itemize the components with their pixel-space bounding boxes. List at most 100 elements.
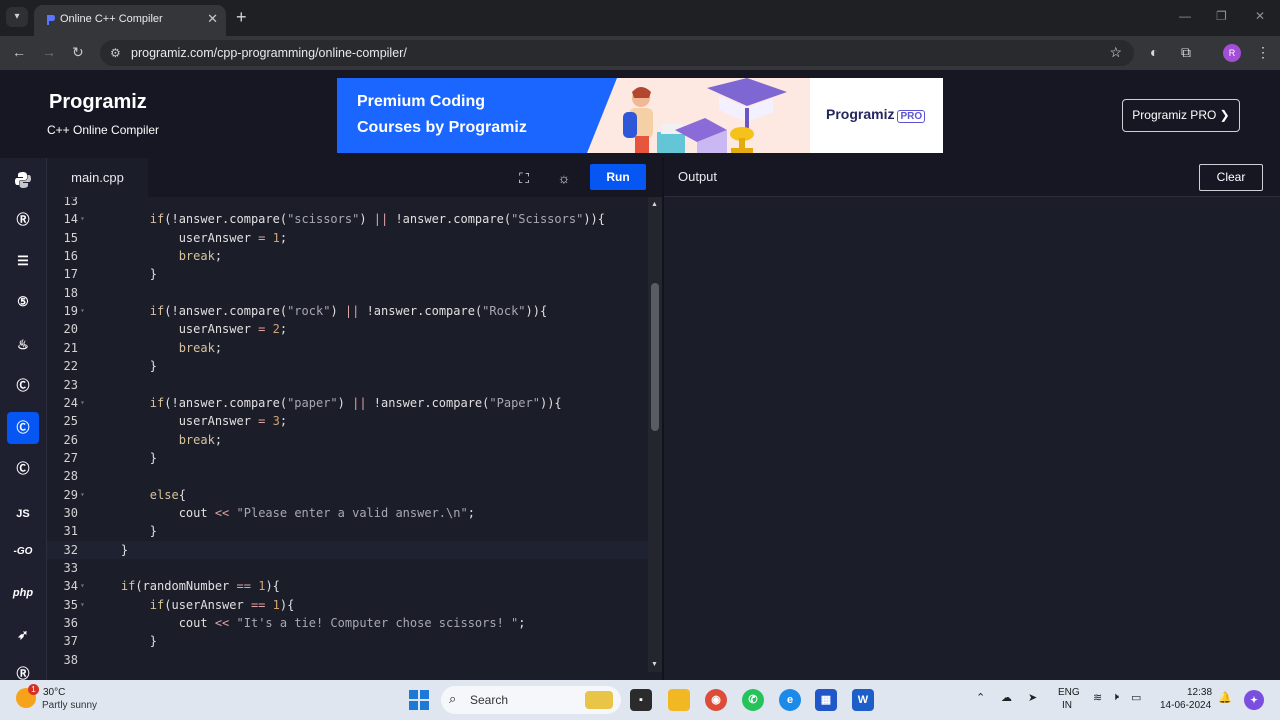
code-text[interactable]: } (92, 632, 157, 650)
whatsapp-icon[interactable]: ✆ (742, 689, 764, 711)
code-line[interactable]: 35 ▾ if(userAnswer == 1){ (47, 596, 648, 614)
code-text[interactable]: if(!answer.compare("paper") || !answer.c… (92, 394, 562, 412)
location-icon[interactable]: ➤ (1028, 691, 1037, 704)
code-line[interactable]: 17 } (47, 265, 648, 283)
code-text[interactable]: if(!answer.compare("rock") || !answer.co… (92, 302, 547, 320)
csharp-icon[interactable]: Ⓒ (7, 453, 39, 485)
word-icon[interactable]: W (852, 689, 874, 711)
c-icon[interactable]: Ⓒ (7, 370, 39, 402)
code-line[interactable]: 28 (47, 467, 648, 485)
code-text[interactable]: break; (92, 431, 222, 449)
new-tab-icon[interactable]: + (236, 7, 247, 27)
go-icon[interactable]: -GO (7, 536, 39, 568)
swift-icon[interactable]: ➶ (7, 619, 39, 651)
theme-toggle-sun-icon[interactable]: ☼ (552, 166, 576, 190)
code-line[interactable]: 22 } (47, 357, 648, 375)
task-view-icon[interactable]: ▪ (630, 689, 652, 711)
code-text[interactable]: if(randomNumber == 1){ (92, 577, 280, 595)
onedrive-icon[interactable]: ☁ (1001, 691, 1012, 704)
code-line[interactable]: 36 cout << "It's a tie! Computer chose s… (47, 614, 648, 632)
code-text[interactable]: cout << "It's a tie! Computer chose scis… (92, 614, 526, 632)
code-line[interactable]: 16 break; (47, 247, 648, 265)
rust-icon[interactable]: Ⓡ (7, 658, 39, 680)
close-window-icon[interactable]: ✕ (1255, 9, 1265, 23)
code-text[interactable]: else{ (92, 486, 186, 504)
code-line[interactable]: 18 (47, 284, 648, 302)
region-indicator[interactable]: IN (1062, 700, 1072, 711)
fold-chevron-icon[interactable]: ▾ (80, 486, 85, 504)
code-line[interactable]: 14 ▾ if(!answer.compare("scissors") || !a… (47, 210, 648, 228)
file-tab-main-cpp[interactable]: main.cpp (47, 158, 148, 197)
code-line[interactable]: 37 } (47, 632, 648, 650)
programiz-logo[interactable]: Programiz (49, 91, 147, 114)
battery-icon[interactable]: ▭ (1131, 691, 1141, 704)
code-line[interactable]: 30 cout << "Please enter a valid answer.… (47, 504, 648, 522)
scroll-down-icon[interactable]: ▼ (651, 661, 658, 668)
address-bar[interactable]: ⚙ programiz.com/cpp-programming/online-c… (100, 40, 1134, 66)
fold-chevron-icon[interactable]: ▾ (80, 210, 85, 228)
url-text[interactable]: programiz.com/cpp-programming/online-com… (131, 46, 407, 60)
javascript-icon[interactable]: JS (7, 498, 39, 530)
tab-online-cpp-compiler[interactable]: Online C++ Compiler ✕ (34, 5, 226, 36)
code-text[interactable]: userAnswer = 3; (92, 412, 287, 430)
language-indicator[interactable]: ENG (1058, 687, 1080, 698)
run-button[interactable]: Run (590, 164, 646, 190)
restore-icon[interactable]: ❐ (1216, 9, 1227, 23)
code-line[interactable]: 31 } (47, 522, 648, 540)
code-text[interactable]: } (92, 522, 157, 540)
code-line[interactable]: 24 ▾ if(!answer.compare("paper") || !answ… (47, 394, 648, 412)
code-line[interactable]: 29 ▾ else{ (47, 486, 648, 504)
taskbar-search-box[interactable]: ⌕ Search (441, 686, 621, 714)
editor-scrollbar[interactable]: ▲ ▼ (648, 197, 662, 672)
code-text[interactable]: break; (92, 247, 222, 265)
code-text[interactable]: cout << "Please enter a valid answer.\n"… (92, 504, 475, 522)
code-text[interactable]: userAnswer = 2; (92, 320, 287, 338)
html5-icon[interactable]: ⑤ (7, 286, 39, 318)
fold-chevron-icon[interactable]: ▾ (80, 394, 85, 412)
code-text[interactable]: if(!answer.compare("scissors") || !answe… (92, 210, 605, 228)
windows-start-icon[interactable] (409, 690, 429, 710)
fold-chevron-icon[interactable]: ▾ (80, 596, 85, 614)
chrome-icon[interactable]: ◉ (705, 689, 727, 711)
code-line[interactable]: 13 (47, 197, 648, 210)
back-icon[interactable]: ← (12, 44, 26, 60)
cpp-icon[interactable]: Ⓒ (7, 412, 39, 444)
close-tab-icon[interactable]: ✕ (207, 11, 218, 27)
tab-search-chevron-icon[interactable]: ▾ (6, 7, 28, 27)
copilot-icon[interactable]: ✦ (1244, 690, 1264, 710)
clear-button[interactable]: Clear (1199, 164, 1263, 191)
volume-muted-icon[interactable]: 🕨 (1112, 691, 1119, 704)
profile-avatar[interactable]: R (1223, 44, 1241, 62)
fold-chevron-icon[interactable]: ▾ (80, 577, 85, 595)
fold-chevron-icon[interactable]: ▾ (80, 302, 85, 320)
code-text[interactable]: if(userAnswer == 1){ (92, 596, 295, 614)
code-text[interactable]: } (92, 357, 157, 375)
wifi-icon[interactable]: ≋ (1093, 691, 1102, 704)
code-line[interactable]: 38 (47, 651, 648, 669)
reload-icon[interactable]: ↻ (72, 44, 84, 61)
code-editor[interactable]: 13 14 ▾ if(!answer.compare("scissors") || … (47, 197, 648, 680)
python-icon[interactable] (7, 164, 39, 196)
code-text[interactable]: } (92, 265, 157, 283)
code-line[interactable]: 21 break; (47, 339, 648, 357)
scroll-up-icon[interactable]: ▲ (651, 201, 658, 208)
code-line[interactable]: 20 userAnswer = 2; (47, 320, 648, 338)
scroll-thumb[interactable] (651, 283, 659, 431)
site-info-icon[interactable]: ⚙ (110, 46, 121, 60)
weather-condition[interactable]: Partly sunny (42, 700, 97, 711)
code-line[interactable]: 23 (47, 376, 648, 394)
extensions-icon[interactable]: ⧉ (1181, 44, 1191, 61)
code-line[interactable]: 15 userAnswer = 1; (47, 229, 648, 247)
code-line[interactable]: 26 break; (47, 431, 648, 449)
file-explorer-icon[interactable] (668, 689, 690, 711)
edge-icon[interactable]: e (779, 689, 801, 711)
java-icon[interactable]: ♨ (7, 329, 39, 361)
programiz-pro-button[interactable]: Programiz PRO ❯ (1122, 99, 1240, 132)
code-line[interactable]: 25 userAnswer = 3; (47, 412, 648, 430)
clock-date[interactable]: 14-06-2024 (1160, 700, 1211, 711)
output-console[interactable] (664, 197, 1280, 680)
code-text[interactable]: userAnswer = 1; (92, 229, 287, 247)
fullscreen-icon[interactable]: ⛶ (512, 166, 536, 190)
show-hidden-icons-chevron-icon[interactable]: ⌃ (976, 691, 985, 704)
code-line[interactable]: 33 (47, 559, 648, 577)
